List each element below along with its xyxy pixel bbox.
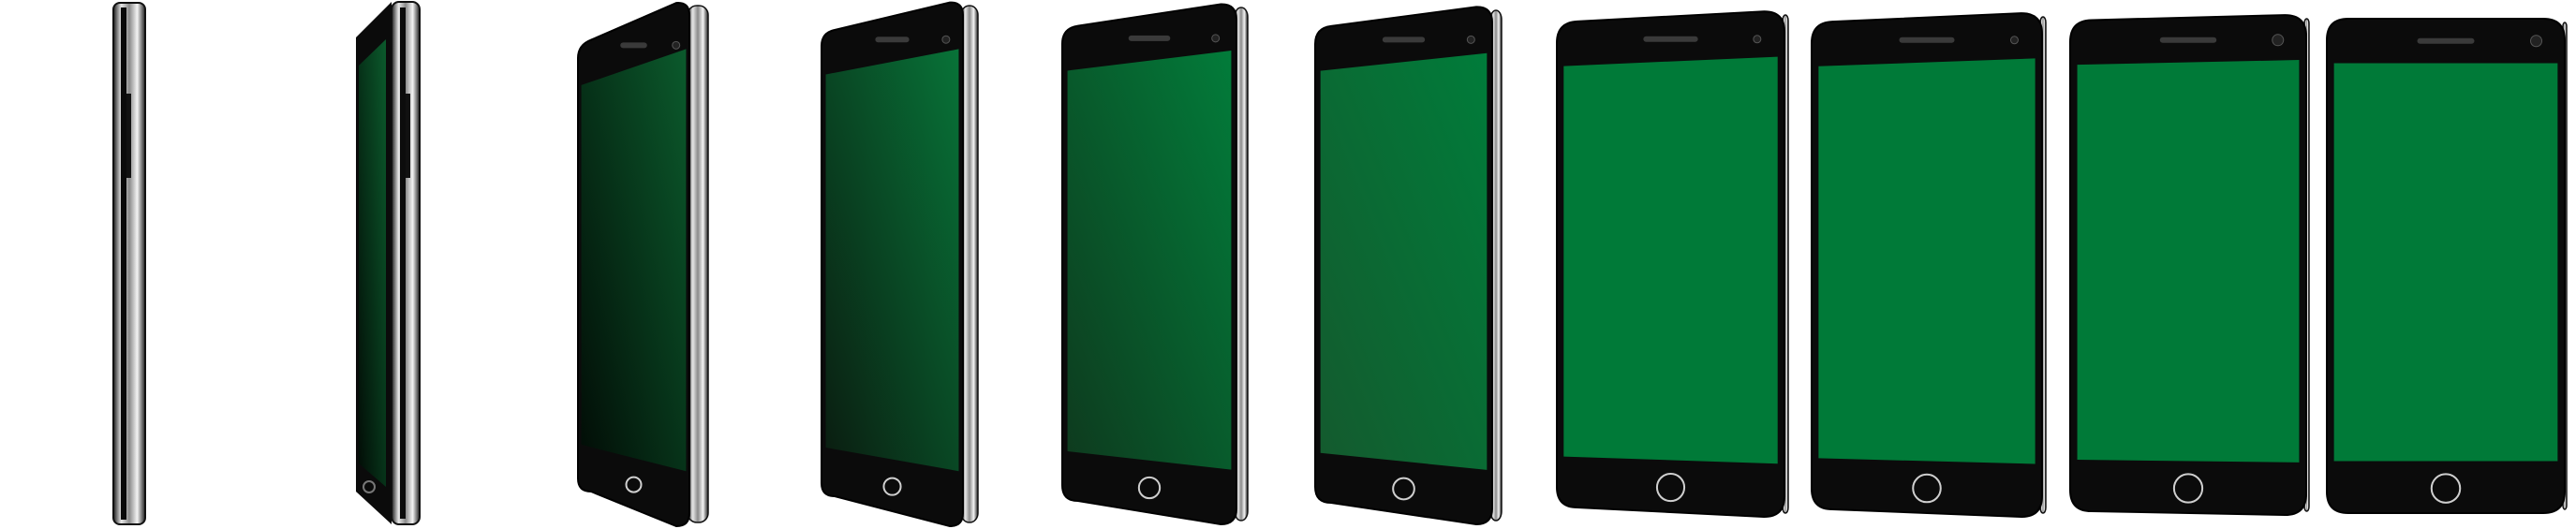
phone-3: [577, 2, 709, 528]
phone-5: [1061, 3, 1249, 526]
phone-3-speaker: [620, 42, 647, 49]
phone-5-speaker: [1128, 35, 1171, 41]
phone-2-side-edge: [400, 7, 406, 519]
phone-7-speaker: [1643, 36, 1698, 42]
phone-3-side-frame: [687, 5, 709, 523]
phone-6-camera: [1466, 35, 1475, 44]
phone-1-frame: [112, 2, 146, 525]
phone-1-edge-line: [121, 7, 126, 520]
phone-1-volume-button: [126, 94, 131, 178]
phone-6-screen: [1320, 52, 1488, 470]
phone-7: [1556, 10, 1789, 519]
phone-10-screen: [2333, 63, 2558, 462]
phone-10-camera: [2530, 35, 2543, 48]
phone-5-screen: [1067, 51, 1232, 470]
scene-canvas: [112, 1, 2568, 528]
phone-9: [2069, 14, 2310, 517]
phone-9-camera: [2272, 34, 2285, 47]
phone-6-speaker: [1382, 37, 1426, 43]
phone-9-speaker: [2159, 37, 2217, 43]
phone-4-screen: [825, 49, 959, 472]
phone-5-camera: [1211, 34, 1221, 43]
phone-1-side-view: [112, 2, 146, 525]
phone-7-screen: [1563, 56, 1778, 464]
phone-10: [2326, 18, 2568, 514]
phone-9-screen: [2077, 60, 2300, 463]
phone-7-camera: [1753, 35, 1762, 44]
phone-4: [821, 1, 979, 528]
phone-2-volume-button: [406, 94, 410, 178]
phone-8-speaker: [1899, 37, 1955, 43]
phone-4-speaker: [875, 37, 910, 43]
phone-8: [1811, 12, 2047, 519]
phone-2-angled-view: [356, 1, 421, 525]
phone-8-camera: [2009, 36, 2019, 45]
phone-3-screen: [581, 49, 687, 472]
phone-3-camera: [672, 40, 681, 50]
phone-10-speaker: [2417, 37, 2475, 44]
phone-2-screen: [359, 39, 386, 487]
phone-6: [1314, 6, 1503, 526]
phone-rotation-scene: [0, 0, 2576, 529]
phone-8-screen: [1818, 58, 2036, 464]
phone-4-camera: [941, 35, 951, 44]
